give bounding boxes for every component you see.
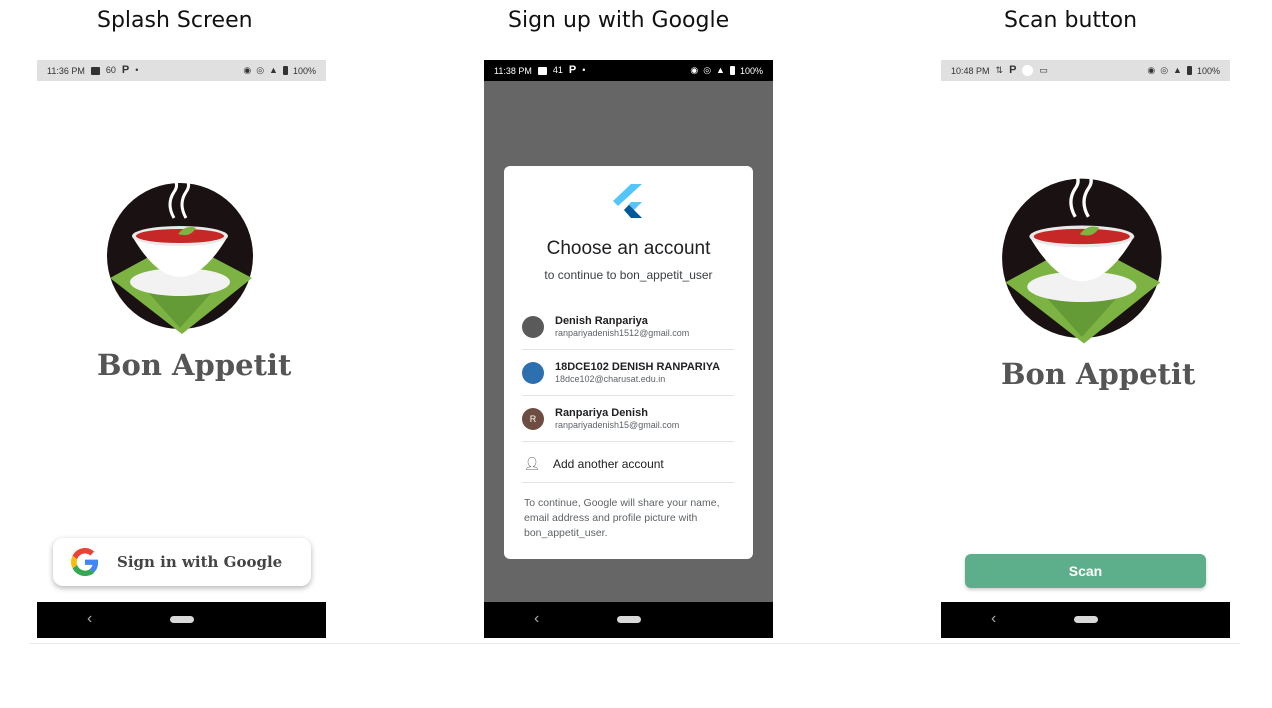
network-speed: 41	[552, 65, 563, 75]
sign-in-with-google-button[interactable]: Sign in with Google	[53, 538, 311, 586]
p-icon: P	[568, 64, 577, 76]
circle-icon	[1022, 65, 1034, 76]
battery-level: 100%	[739, 65, 763, 76]
bon-appetit-logo	[1002, 173, 1162, 344]
p-icon: P	[121, 64, 130, 76]
splash-screen-phone: 11:36 PM 60 P • ◉ ◎ ▲ 100% Bon Appetit S…	[37, 60, 326, 638]
dot-icon: •	[135, 65, 139, 75]
divider	[30, 643, 1240, 644]
home-pill-icon[interactable]	[170, 616, 194, 623]
battery-icon	[282, 66, 288, 75]
caption-splash-screen: Splash Screen	[97, 8, 253, 33]
signal-icon: ▲	[269, 65, 278, 75]
gallery-icon	[90, 66, 100, 75]
navigation-bar: ‹	[37, 602, 326, 638]
account-row[interactable]: Denish Ranpariya ranpariyadenish1512@gma…	[522, 304, 734, 350]
dot-icon: •	[582, 65, 586, 75]
back-icon[interactable]: ‹	[87, 610, 92, 628]
dim-overlay[interactable]: Choose an account to continue to bon_app…	[484, 81, 773, 602]
status-time: 11:36 PM	[47, 65, 85, 76]
status-bar: 10:48 PM ⇅ P ▭ ◉ ◎ ▲ 100%	[941, 60, 1230, 81]
flutter-logo-icon	[613, 184, 642, 218]
account-row[interactable]: 18DCE102 DENISH RANPARIYA 18dce102@charu…	[522, 350, 734, 396]
status-time: 11:38 PM	[494, 65, 532, 76]
vibrate-icon: ◉	[243, 65, 252, 75]
sign-in-with-google-label: Sign in with Google	[117, 553, 283, 571]
network-speed: 60	[105, 65, 116, 75]
avatar: R	[522, 407, 544, 430]
account-name: Denish Ranpariya	[555, 315, 648, 327]
back-icon[interactable]: ‹	[991, 610, 996, 628]
brand-title: Bon Appetit	[97, 348, 292, 382]
status-time: 10:48 PM	[951, 65, 990, 76]
scan-button[interactable]: Scan	[965, 554, 1206, 588]
account-name: 18DCE102 DENISH RANPARIYA	[555, 361, 721, 373]
account-email: ranpariyadenish15@gmail.com	[555, 420, 680, 430]
add-another-account-button[interactable]: 👤︎ Add another account	[522, 445, 734, 483]
status-bar: 11:36 PM 60 P • ◉ ◎ ▲ 100%	[37, 60, 326, 81]
avatar	[522, 361, 544, 384]
brand-title: Bon Appetit	[1001, 357, 1196, 391]
dialog-title: Choose an account	[546, 238, 711, 259]
sign-up-phone: 11:38 PM 41 P • ◉ ◎ ▲ 100% Choose an acc…	[484, 60, 773, 638]
home-pill-icon[interactable]	[1074, 616, 1098, 623]
dialog-subtitle: to continue to bon_appetit_user	[544, 268, 713, 282]
scan-label: Scan	[1068, 563, 1103, 579]
hotspot-icon: ◎	[1160, 65, 1169, 75]
hotspot-icon: ◎	[256, 65, 265, 75]
scan-phone: 10:48 PM ⇅ P ▭ ◉ ◎ ▲ 100% Bon Appetit Sc…	[941, 60, 1230, 638]
vibrate-icon: ◉	[1147, 65, 1156, 75]
battery-level: 100%	[1196, 65, 1220, 76]
vibrate-icon: ◉	[690, 65, 699, 75]
battery-level: 100%	[292, 65, 316, 76]
signal-icon: ▲	[716, 65, 725, 75]
navigation-bar: ‹	[484, 602, 773, 638]
p-icon: P	[1009, 64, 1017, 76]
account-email: ranpariyadenish1512@gmail.com	[555, 328, 690, 338]
account-email: 18dce102@charusat.edu.in	[555, 374, 666, 384]
avatar	[522, 315, 544, 338]
bon-appetit-logo	[107, 178, 253, 334]
google-g-icon	[71, 548, 99, 576]
navigation-bar: ‹	[941, 602, 1230, 638]
back-icon[interactable]: ‹	[534, 610, 539, 628]
battery-icon	[1186, 66, 1192, 75]
add-another-account-label: Add another account	[553, 456, 664, 471]
home-pill-icon[interactable]	[617, 616, 641, 623]
status-bar: 11:38 PM 41 P • ◉ ◎ ▲ 100%	[484, 60, 773, 81]
consent-note: To continue, Google will share your name…	[524, 497, 720, 539]
battery-icon	[729, 66, 735, 75]
screen-icon: ▭	[1039, 65, 1048, 75]
caption-sign-up-with-google: Sign up with Google	[508, 8, 730, 33]
account-row[interactable]: R Ranpariya Denish ranpariyadenish15@gma…	[522, 396, 734, 442]
hotspot-icon: ◎	[703, 65, 712, 75]
signal-icon: ▲	[1173, 65, 1182, 75]
caption-scan-button: Scan button	[1004, 8, 1138, 33]
account-name: Ranpariya Denish	[555, 407, 648, 419]
data-icon: ⇅	[995, 65, 1004, 75]
account-chooser-dialog: Choose an account to continue to bon_app…	[504, 166, 753, 559]
add-person-icon: 👤︎	[523, 455, 541, 471]
gallery-icon	[537, 66, 547, 75]
